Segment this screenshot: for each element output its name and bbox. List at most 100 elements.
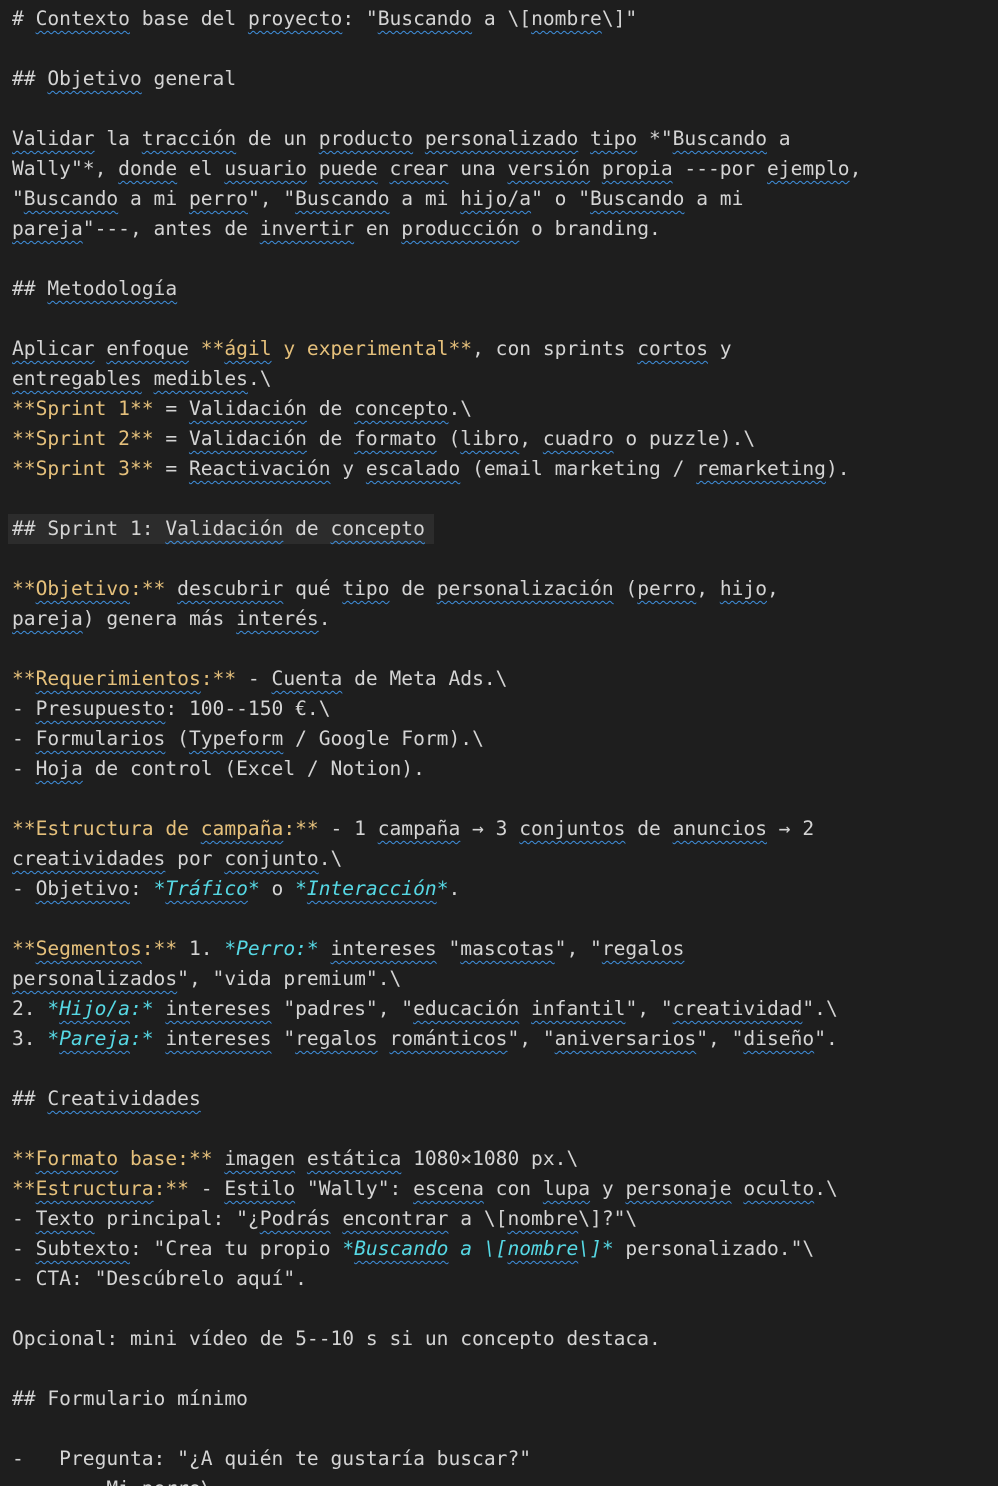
editor-line: pareja"---, antes de invertir en producc… [12, 214, 661, 244]
spellcheck-word: estática [306, 1147, 402, 1170]
text-span: *Perro:* [224, 937, 319, 960]
text-span [413, 127, 425, 150]
editor-line: **Estructura de campaña:** - 1 campaña →… [12, 814, 814, 844]
spellcheck-word: Estructura [35, 1177, 154, 1200]
text-span: y experimental** [271, 337, 473, 360]
spellcheck-word: versión [507, 157, 591, 180]
spellcheck-word: Buscando [672, 127, 767, 150]
spellcheck-word: medibles [153, 367, 248, 390]
text-span: 2. [12, 997, 48, 1020]
editor-line: **Sprint 1** = Validación de concepto.\ [12, 394, 472, 424]
text-span: de [306, 397, 355, 420]
spellcheck-word: campaña [377, 817, 461, 840]
editor-line: - CTA: "Descúbrelo aquí". [12, 1264, 307, 1294]
text-span: :* [129, 1027, 154, 1050]
spellcheck-word: perro [637, 577, 697, 600]
text-span: - [12, 1207, 36, 1230]
text-span: 3. [12, 1027, 48, 1050]
spellcheck-word: Buscando [354, 1237, 449, 1260]
text-span: Mi perro\ [12, 1477, 212, 1486]
spellcheck-word: Cuenta [271, 667, 343, 690]
spellcheck-word: intereses [330, 937, 437, 960]
text-span: .\ [448, 397, 473, 420]
text-span [95, 337, 107, 360]
spellcheck-word: Validar [12, 127, 95, 150]
spellcheck-word: infantil [531, 997, 626, 1020]
text-span: de [306, 427, 355, 450]
text-span [578, 127, 590, 150]
text-span: ". [814, 1027, 838, 1050]
text-span: **Sprint 2** [12, 427, 154, 450]
spellcheck-word: personalizados [12, 967, 178, 990]
text-span: . [318, 607, 331, 630]
spellcheck-word: Buscando [377, 7, 473, 30]
text-span: :** [141, 937, 178, 960]
text-span: "---, antes de [82, 217, 260, 240]
text-span: qué [283, 577, 343, 600]
text-span: , [767, 577, 779, 600]
editor-line: 3. *Pareja:* intereses "regalos romántic… [12, 1024, 838, 1054]
spellcheck-word: Requerimientos [35, 667, 201, 690]
spellcheck-word: tipo [342, 577, 390, 600]
spellcheck-word: puede [318, 157, 378, 180]
text-span: ", " [625, 997, 673, 1020]
text-span: = [153, 457, 189, 480]
spellcheck-word: escalado [365, 457, 461, 480]
text-span: - [12, 727, 36, 750]
spellcheck-word: Pareja [59, 1027, 130, 1050]
editor-line: entregables medibles.\ [12, 364, 272, 394]
spellcheck-word: invertir [259, 217, 355, 240]
text-span: ( [165, 727, 189, 750]
text-span: → 3 [460, 817, 520, 840]
text-span: .\ [318, 847, 343, 870]
text-span: ## [12, 1087, 48, 1110]
text-span: \]?"\ [578, 1207, 638, 1230]
text-span [519, 997, 531, 1020]
markdown-editor[interactable]: # Contexto base del proyecto: "Buscando … [0, 0, 998, 1486]
text-span: Opcional: mini vídeo de 5--10 s si un co… [12, 1327, 661, 1350]
text-span: 1. [177, 937, 225, 960]
text-span: - [188, 1177, 225, 1200]
editor-line: - Subtexto: "Crea tu propio *Buscando a … [12, 1234, 814, 1264]
spellcheck-word: Presupuesto [35, 697, 166, 720]
text-span [295, 1147, 307, 1170]
spellcheck-word: Buscando [590, 187, 685, 210]
text-span: = [153, 397, 189, 420]
text-span: Wally"*, [12, 157, 119, 180]
text-span [165, 577, 177, 600]
spellcheck-word: intereses [165, 997, 272, 1020]
spellcheck-word: Metodología [47, 277, 178, 300]
text-span: :** [153, 1177, 189, 1200]
text-span: ( [436, 427, 461, 450]
spellcheck-word: proyecto [247, 7, 343, 30]
spellcheck-word: Podrás [259, 1207, 331, 1230]
text-span: **Sprint 1** [12, 397, 154, 420]
spellcheck-word: propia [601, 157, 673, 180]
spellcheck-word: cortos [637, 337, 709, 360]
text-span: " [12, 187, 24, 210]
text-span: el [177, 157, 225, 180]
spellcheck-word: libro [460, 427, 520, 450]
text-span: - CTA: "Descúbrelo aquí". [12, 1267, 307, 1290]
editor-line: Wally"*, donde el usuario puede crear un… [12, 154, 861, 184]
editor-line: ## Creatividades [12, 1084, 201, 1114]
spellcheck-word: Aplicar [12, 337, 95, 360]
spellcheck-word: concepto [354, 397, 449, 420]
spellcheck-word: regalos [601, 937, 685, 960]
text-span: de control (Excel / Notion). [82, 757, 425, 780]
text-span: - [236, 667, 272, 690]
spellcheck-word: Texto [35, 1207, 95, 1230]
spellcheck-word: Estilo [224, 1177, 296, 1200]
text-span: a mi [118, 187, 189, 210]
spellcheck-word: cuadro [542, 427, 614, 450]
text-span: ## [12, 277, 48, 300]
text-span: de Meta Ads.\ [342, 667, 508, 690]
text-span: de [625, 817, 673, 840]
spellcheck-word: hijo [719, 577, 767, 600]
text-span: "padres", " [271, 997, 414, 1020]
editor-line: # Contexto base del proyecto: "Buscando … [12, 4, 637, 34]
text-span: de [283, 517, 331, 540]
text-span: a \[ [472, 7, 532, 30]
spellcheck-word: nombre [507, 1207, 579, 1230]
editor-line: Validar la tracción de un producto perso… [12, 124, 791, 154]
